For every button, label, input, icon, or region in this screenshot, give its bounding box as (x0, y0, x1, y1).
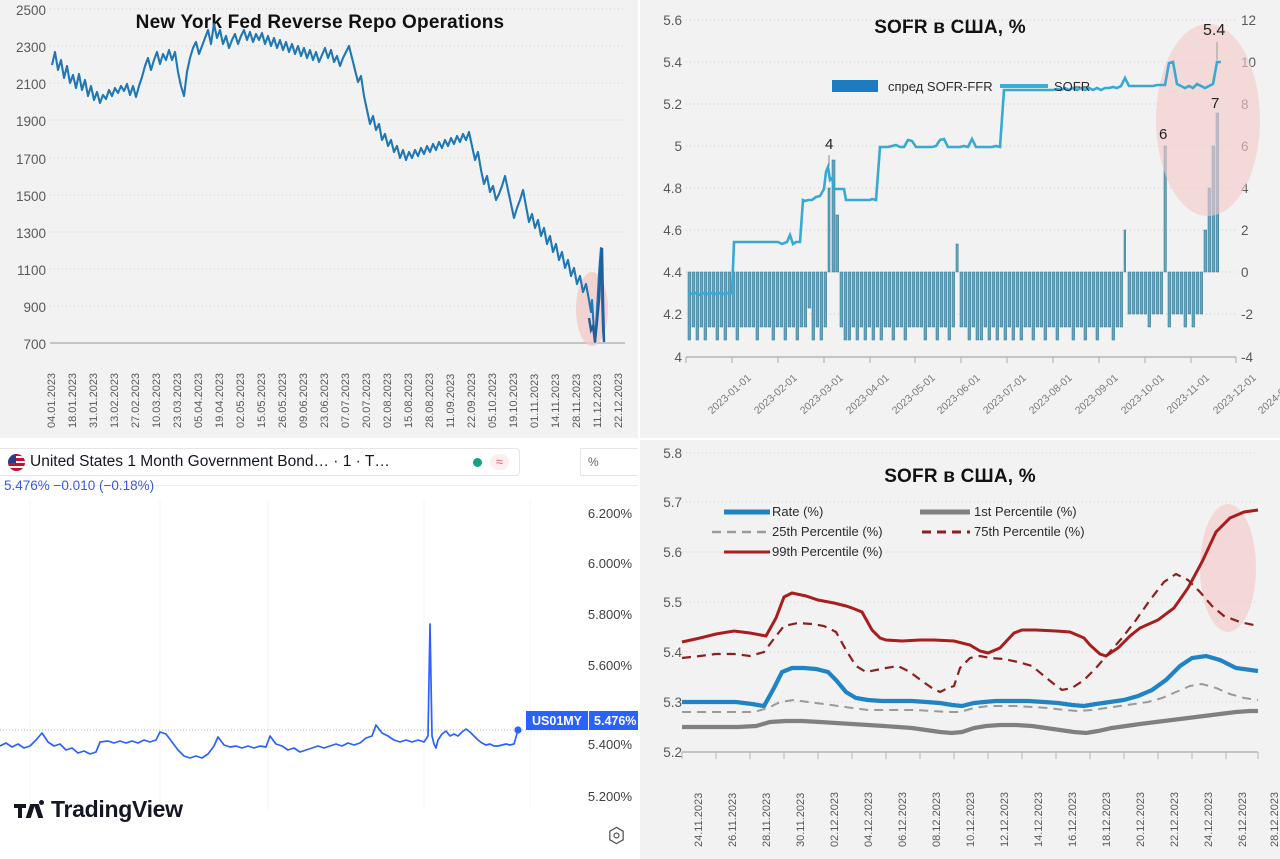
panel-sofr-percentiles: SOFR в США, % 5.8 5.7 5.6 5.5 5.4 5.3 5.… (640, 440, 1280, 859)
repo-xtick: 23.06.2023 (319, 372, 331, 428)
repo-xtick: 02.08.2023 (382, 372, 394, 428)
sofr-pct-axis-ticks (681, 752, 1259, 759)
sofr-pct-xtick: 26.11.2023 (727, 792, 739, 847)
repo-xtick: 27.02.2023 (130, 372, 142, 428)
sofr-pct-xtick: 14.12.2023 (1033, 791, 1045, 847)
repo-xtick: 11.09.2023 (445, 373, 457, 428)
sofr-pct-xtick: 26.12.2023 (1237, 791, 1249, 847)
repo-xtick: 20.07.2023 (361, 372, 373, 428)
repo-xtick: 05.04.2023 (193, 372, 205, 428)
sofr-pct-xtick: 18.12.2023 (1101, 791, 1113, 847)
sofr-pct-legend-99th: 99th Percentile (%) (772, 544, 883, 559)
tv-price-tag-value: 5.476% (588, 711, 638, 730)
sofr-legend-spread-swatch (832, 80, 878, 92)
repo-series-line (50, 22, 606, 344)
repo-xtick: 04.01.2023 (46, 372, 58, 428)
sofr-pct-xtick: 10.12.2023 (965, 791, 977, 847)
sofr-pct-highlight-ellipse (1200, 504, 1256, 632)
tv-ytick: 5.800% (587, 607, 632, 622)
panel-ny-fed-reverse-repo: New York Fed Reverse Repo Operations 250… (0, 0, 640, 440)
sofr-legend-sofr-label: SOFR (1054, 79, 1091, 94)
sofr-pct-xtick: 28.11.2023 (761, 792, 773, 847)
sofr-annotation-6: 6 (1159, 126, 1168, 143)
sofr-pct-xtick: 30.11.2023 (795, 792, 807, 847)
sofr-spread-axis-ticks (685, 357, 1237, 363)
repo-xtick: 19.10.2023 (508, 372, 520, 428)
sofr-spread-plot-svg (685, 19, 1260, 363)
sofr-pct-series-1st (682, 708, 1258, 736)
sofr-pct-xtick: 24.12.2023 (1203, 791, 1215, 847)
sofr-pct-xtick: 06.12.2023 (897, 791, 909, 847)
tv-last-price-dot (514, 726, 522, 734)
sofr-legend-spread: спред SOFR-FFR (888, 79, 993, 94)
sofr-annotation-5-4: 5.4 (1203, 22, 1226, 39)
sofr-pct-series-rate (682, 653, 1259, 709)
tv-ytick: 6.000% (587, 556, 632, 571)
repo-xtick: 28.11.2023 (571, 373, 583, 428)
tv-ytick: 5.400% (587, 737, 632, 752)
sofr-legend-sofr: SOFR (1054, 79, 1090, 94)
sofr-pct-legend-label: 1st Percentile (%) (974, 504, 1077, 519)
repo-xtick: 23.03.2023 (172, 372, 184, 428)
repo-xtick: 14.11.2023 (550, 373, 562, 428)
repo-xtick: 15.05.2023 (256, 372, 268, 428)
repo-xtick: 07.07.2023 (340, 372, 352, 428)
sofr-pct-xtick: 28.12.2023 (1269, 791, 1280, 847)
sofr-pct-legend-label: 99th Percentile (%) (772, 544, 883, 559)
sofr-pct-xtick: 24.11.2023 (693, 792, 705, 847)
crosshair-target-icon[interactable] (607, 826, 626, 845)
tv-price-series (0, 623, 519, 759)
sofr-pct-legend-75th: 75th Percentile (%) (974, 524, 1085, 539)
sofr-pct-legend-1st: 1st Percentile (%) (974, 504, 1077, 519)
sofr-pct-legend-label: 75th Percentile (%) (974, 524, 1085, 539)
repo-xtick: 22.09.2023 (466, 372, 478, 428)
sofr-spread-gridlines (686, 19, 1236, 315)
dashboard-grid: New York Fed Reverse Repo Operations 250… (0, 0, 1280, 859)
sofr-annotation-7: 7 (1211, 95, 1220, 112)
repo-xtick: 09.06.2023 (298, 372, 310, 428)
sofr-line-series (687, 60, 1221, 297)
sofr-pct-xtick: 16.12.2023 (1067, 791, 1079, 847)
repo-xtick: 19.04.2023 (214, 372, 226, 428)
tv-ytick: 6.200% (587, 506, 632, 521)
repo-xtick: 11.12.2023 (592, 373, 604, 428)
sofr-legend-spread-label: спред SOFR-FFR (888, 79, 993, 94)
repo-xtick: 05.10.2023 (487, 372, 499, 428)
sofr-pct-xtick: 20.12.2023 (1135, 791, 1147, 847)
repo-xtick: 22.12.2023 (613, 372, 625, 428)
sofr-pct-gridlines (682, 452, 1258, 703)
sofr-pct-xtick: 12.12.2023 (999, 791, 1011, 847)
tv-ytick: 5.600% (587, 658, 632, 673)
tv-price-tag-symbol: US01MY (526, 711, 589, 730)
repo-xtick: 13.02.2023 (109, 372, 121, 428)
sofr-spread-highlight-ellipse (1156, 24, 1260, 216)
sofr-pct-legend-25th: 25th Percentile (%) (772, 524, 883, 539)
sofr-annotation-4: 4 (825, 136, 834, 153)
repo-xtick: 31.01.2023 (88, 372, 100, 428)
sofr-pct-xtick: 04.12.2023 (863, 791, 875, 847)
tradingview-logo: TradingView (14, 796, 183, 823)
tradingview-brand-text: TradingView (51, 796, 183, 822)
repo-xtick: 18.01.2023 (67, 372, 79, 428)
tv-vertical-gridlines (29, 500, 531, 810)
repo-gridlines (50, 8, 625, 307)
tradingview-mark-icon (14, 800, 44, 819)
repo-xtick: 10.03.2023 (151, 372, 163, 428)
panel-tradingview-us01my: United States 1 Month Government Bond… ·… (0, 440, 640, 859)
sofr-pct-xtick: 22.12.2023 (1169, 791, 1181, 847)
panel-sofr-spread: SOFR в США, % 5.6 5.4 5.2 5 4.8 4.6 4.4 … (640, 0, 1280, 440)
repo-xtick: 15.08.2023 (403, 372, 415, 428)
repo-xtick: 02.05.2023 (235, 372, 247, 428)
sofr-pct-legend-label: Rate (%) (772, 504, 824, 519)
sofr-pct-legend-label: 25th Percentile (%) (772, 524, 883, 539)
tv-price-tag[interactable]: US01MY 5.476% (526, 711, 638, 730)
repo-xtick: 01.11.2023 (529, 373, 541, 428)
repo-xtick: 28.08.2023 (424, 372, 436, 428)
sofr-pct-xtick: 02.12.2023 (829, 791, 841, 847)
sofr-pct-legend-rate: Rate (%) (772, 504, 823, 519)
sofr-pct-xtick: 08.12.2023 (931, 791, 943, 847)
tv-ytick: 5.200% (587, 789, 632, 804)
repo-xtick: 26.05.2023 (277, 372, 289, 428)
